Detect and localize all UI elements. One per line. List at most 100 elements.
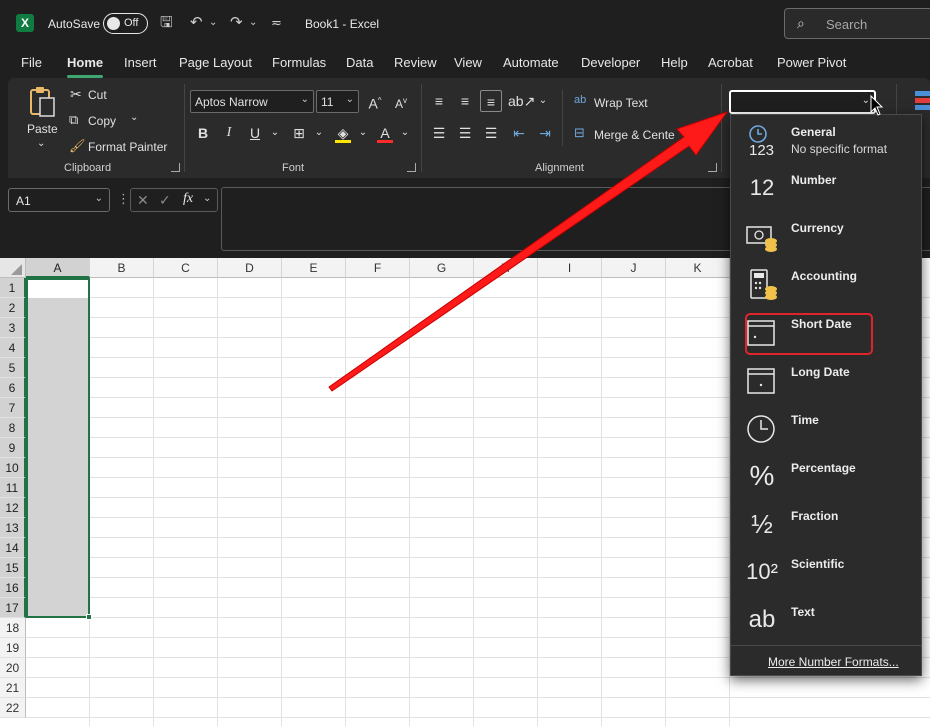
row-header-20[interactable]: 20 bbox=[0, 658, 26, 678]
paste-button[interactable]: Paste bbox=[27, 122, 58, 136]
align-right-icon[interactable]: ☰ bbox=[480, 122, 502, 144]
tab-acrobat[interactable]: Acrobat bbox=[708, 55, 753, 70]
number-format-select[interactable]: ⌄ bbox=[729, 90, 876, 114]
cancel-icon[interactable]: ✕ bbox=[137, 192, 149, 209]
borders-dropdown-icon[interactable]: ⌄ bbox=[308, 122, 330, 144]
tab-power-pivot[interactable]: Power Pivot bbox=[777, 55, 846, 70]
format-painter-icon[interactable]: 🖌 bbox=[69, 138, 86, 154]
menu-item-currency[interactable]: Currency bbox=[731, 211, 921, 259]
redo-icon[interactable]: ↷ bbox=[230, 14, 243, 32]
select-all-corner[interactable] bbox=[0, 258, 26, 278]
underline-button[interactable]: U bbox=[244, 122, 266, 144]
menu-item-number[interactable]: 12 Number bbox=[731, 163, 921, 211]
decrease-indent-icon[interactable]: ⇤ bbox=[508, 122, 530, 144]
active-cell[interactable] bbox=[28, 280, 88, 298]
orientation-icon[interactable]: ab↗ bbox=[508, 90, 535, 112]
font-name-select[interactable]: Aptos Narrow ⌄ bbox=[190, 90, 314, 113]
row-header-4[interactable]: 4 bbox=[0, 338, 26, 358]
row-header-17[interactable]: 17 bbox=[0, 598, 26, 618]
row-header-7[interactable]: 7 bbox=[0, 398, 26, 418]
redo-dropdown-icon[interactable]: ⌄ bbox=[249, 14, 257, 32]
underline-dropdown-icon[interactable]: ⌄ bbox=[264, 122, 286, 144]
menu-item-accounting[interactable]: Accounting bbox=[731, 259, 921, 307]
column-header-j[interactable]: J bbox=[602, 258, 666, 278]
align-top-icon[interactable]: ≡ bbox=[428, 90, 450, 112]
customize-toolbar-icon[interactable]: ≂ bbox=[271, 14, 282, 32]
alignment-launcher-icon[interactable] bbox=[708, 163, 717, 172]
fill-color-dropdown-icon[interactable]: ⌄ bbox=[352, 122, 374, 144]
wrap-text-icon[interactable]: ab bbox=[574, 94, 586, 106]
row-header-10[interactable]: 10 bbox=[0, 458, 26, 478]
row-header-15[interactable]: 15 bbox=[0, 558, 26, 578]
borders-icon[interactable]: ⊞ bbox=[288, 122, 310, 144]
column-header-g[interactable]: G bbox=[410, 258, 474, 278]
clipboard-launcher-icon[interactable] bbox=[171, 163, 180, 172]
italic-button[interactable]: I bbox=[218, 122, 240, 144]
orientation-dropdown-icon[interactable]: ⌄ bbox=[532, 90, 554, 112]
row-header-2[interactable]: 2 bbox=[0, 298, 26, 318]
row-header-13[interactable]: 13 bbox=[0, 518, 26, 538]
menu-item-percentage[interactable]: % Percentage bbox=[731, 451, 921, 499]
fill-color-icon[interactable]: ◈ bbox=[332, 122, 354, 144]
font-color-icon[interactable]: A bbox=[374, 122, 396, 144]
tab-developer[interactable]: Developer bbox=[581, 55, 640, 70]
search-box[interactable]: ⌕ Search bbox=[784, 8, 930, 39]
more-options-icon[interactable]: ⋮ bbox=[117, 191, 130, 207]
fill-handle[interactable] bbox=[86, 614, 92, 620]
copy-icon[interactable]: ⧉ bbox=[69, 112, 78, 128]
menu-item-time[interactable]: Time bbox=[731, 403, 921, 451]
align-bottom-icon[interactable]: ≡ bbox=[480, 90, 502, 112]
font-launcher-icon[interactable] bbox=[407, 163, 416, 172]
column-header-h[interactable]: H bbox=[474, 258, 538, 278]
tab-data[interactable]: Data bbox=[346, 55, 373, 70]
row-header-16[interactable]: 16 bbox=[0, 578, 26, 598]
row-header-9[interactable]: 9 bbox=[0, 438, 26, 458]
tab-page-layout[interactable]: Page Layout bbox=[179, 55, 252, 70]
paste-dropdown-icon[interactable]: ⌄ bbox=[37, 138, 45, 149]
font-size-select[interactable]: 11 ⌄ bbox=[316, 90, 359, 113]
row-header-6[interactable]: 6 bbox=[0, 378, 26, 398]
column-header-i[interactable]: I bbox=[538, 258, 602, 278]
column-header-f[interactable]: F bbox=[346, 258, 410, 278]
name-box[interactable]: A1 ⌄ bbox=[8, 188, 110, 212]
copy-button[interactable]: Copy bbox=[88, 114, 116, 128]
align-left-icon[interactable]: ☰ bbox=[428, 122, 450, 144]
tab-view[interactable]: View bbox=[454, 55, 482, 70]
menu-item-text[interactable]: ab Text bbox=[731, 595, 921, 643]
bold-button[interactable]: B bbox=[192, 122, 214, 144]
font-color-dropdown-icon[interactable]: ⌄ bbox=[394, 122, 416, 144]
column-header-c[interactable]: C bbox=[154, 258, 218, 278]
row-header-19[interactable]: 19 bbox=[0, 638, 26, 658]
merge-center-icon[interactable]: ⊟ bbox=[574, 125, 585, 141]
insert-function-button[interactable]: fx bbox=[183, 191, 193, 207]
menu-item-scientific[interactable]: 10² Scientific bbox=[731, 547, 921, 595]
column-header-e[interactable]: E bbox=[282, 258, 346, 278]
tab-automate[interactable]: Automate bbox=[503, 55, 559, 70]
cut-button[interactable]: Cut bbox=[88, 88, 107, 102]
column-header-d[interactable]: D bbox=[218, 258, 282, 278]
row-header-3[interactable]: 3 bbox=[0, 318, 26, 338]
merge-center-button[interactable]: Merge & Cente bbox=[594, 128, 675, 142]
tab-insert[interactable]: Insert bbox=[124, 55, 157, 70]
row-header-5[interactable]: 5 bbox=[0, 358, 26, 378]
menu-item-general[interactable]: 123 General No specific format bbox=[731, 115, 921, 163]
more-number-formats-link[interactable]: More Number Formats... bbox=[768, 655, 899, 669]
row-header-11[interactable]: 11 bbox=[0, 478, 26, 498]
row-header-18[interactable]: 18 bbox=[0, 618, 26, 638]
align-center-icon[interactable]: ☰ bbox=[454, 122, 476, 144]
increase-font-icon[interactable]: A^ bbox=[364, 90, 386, 112]
column-header-b[interactable]: B bbox=[90, 258, 154, 278]
undo-dropdown-icon[interactable]: ⌄ bbox=[209, 14, 217, 32]
decrease-font-icon[interactable]: Av bbox=[390, 90, 412, 112]
undo-icon[interactable]: ↶ bbox=[190, 14, 203, 32]
enter-icon[interactable]: ✓ bbox=[159, 192, 171, 209]
align-middle-icon[interactable]: ≡ bbox=[454, 90, 476, 112]
conditional-formatting-icon[interactable] bbox=[914, 90, 930, 114]
menu-item-long-date[interactable]: Long Date bbox=[731, 355, 921, 403]
column-header-k[interactable]: K bbox=[666, 258, 730, 278]
autosave-toggle[interactable]: Off bbox=[103, 13, 148, 34]
chevron-down-icon[interactable]: ⌄ bbox=[203, 193, 211, 204]
row-header-12[interactable]: 12 bbox=[0, 498, 26, 518]
copy-dropdown-icon[interactable]: ⌄ bbox=[130, 112, 138, 123]
save-icon[interactable]: 🖫 bbox=[160, 14, 173, 32]
